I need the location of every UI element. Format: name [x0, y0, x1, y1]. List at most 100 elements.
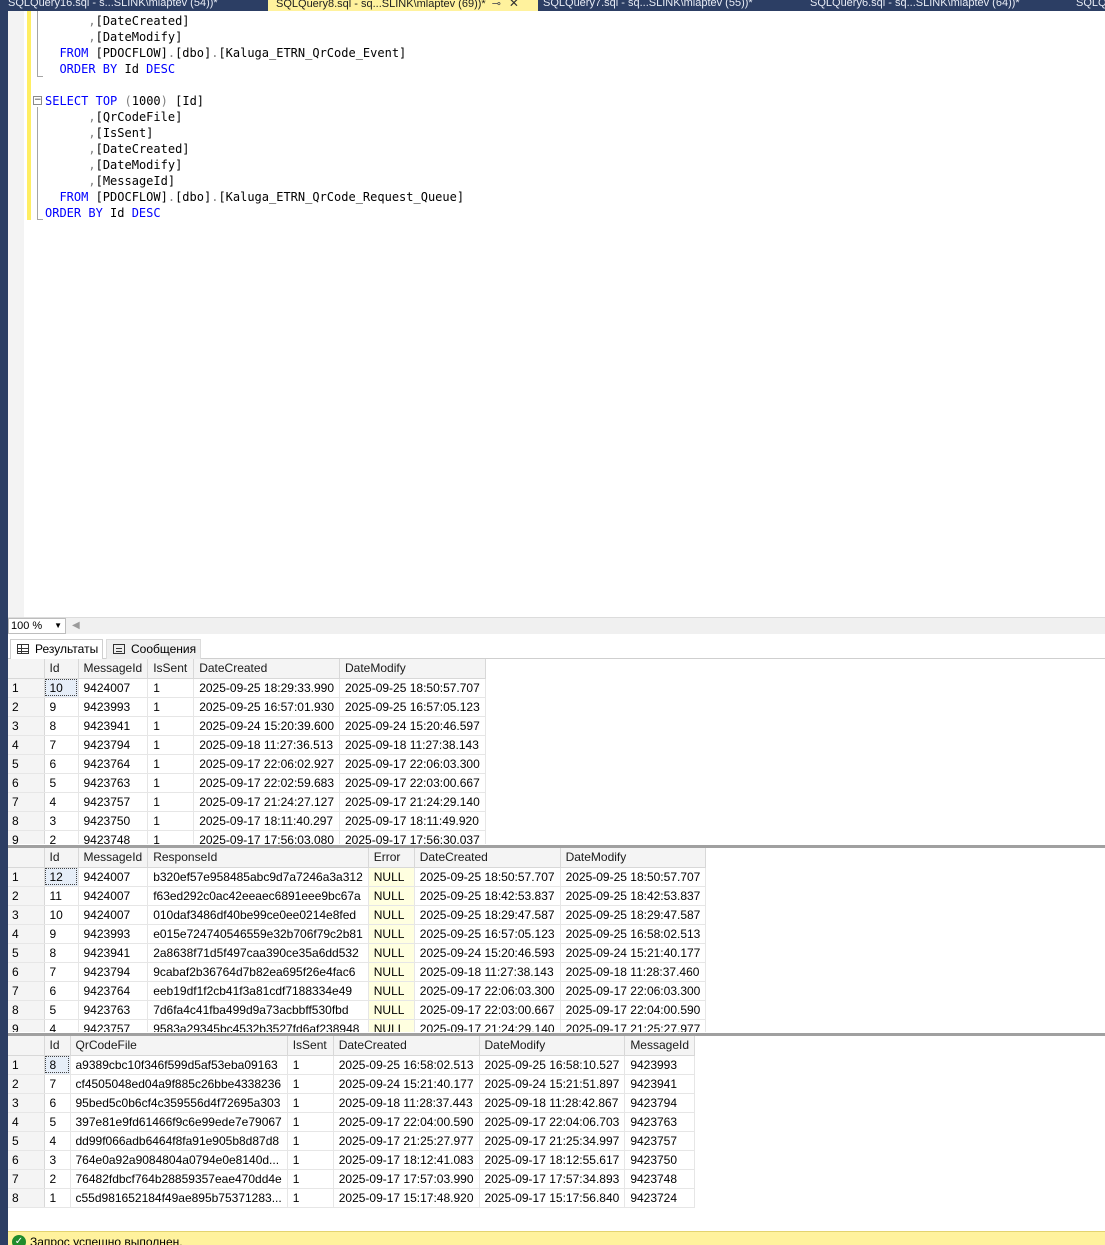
table-cell[interactable]: 1	[287, 1131, 334, 1151]
result-grid-response[interactable]: Id MessageId ResponseId Error DateCreated Dat…	[8, 848, 1105, 1032]
scroll-left-icon[interactable]: ◀	[72, 620, 80, 631]
row-number-header[interactable]	[8, 1036, 45, 1056]
table-cell[interactable]: 2025-09-17 22:06:03.300	[560, 981, 707, 1001]
table-cell[interactable]: 2025-09-17 21:24:29.140	[414, 1019, 561, 1032]
column-header[interactable]: MessageId	[624, 1036, 696, 1056]
table-cell[interactable]: 1	[287, 1055, 334, 1075]
table-cell[interactable]: 2025-09-17 22:04:06.703	[479, 1112, 626, 1132]
column-header[interactable]: DateCreated	[333, 1036, 480, 1056]
row-number[interactable]: 6	[8, 773, 45, 793]
column-header[interactable]: ResponseId	[147, 848, 369, 868]
tab-messages[interactable]: Сообщения	[106, 639, 202, 659]
table-cell[interactable]: 2025-09-24 15:21:51.897	[479, 1074, 626, 1094]
table-cell[interactable]: 1	[287, 1188, 334, 1208]
table-cell[interactable]: 9423757	[78, 1019, 149, 1032]
table-cell[interactable]: 2025-09-17 21:25:27.977	[560, 1019, 707, 1032]
collapse-icon[interactable]: −	[33, 96, 42, 105]
table-cell[interactable]: 4	[44, 1131, 71, 1151]
table-cell[interactable]: 2025-09-18 11:28:42.867	[479, 1093, 626, 1113]
table-cell[interactable]: b320ef57e958485abc9d7a7246a3a312	[147, 867, 369, 887]
table-row[interactable]: 9 4 9423757 9583a29345bc4532b3527fd6af23894…	[8, 1019, 707, 1032]
table-cell[interactable]: 2	[44, 830, 79, 844]
table-cell[interactable]: 764e0a92a9084804a0794e0e8140d...	[70, 1150, 288, 1170]
table-cell[interactable]: 2025-09-17 17:56:03.080	[193, 830, 340, 844]
table-row[interactable]: 8 5 9423763 7d6fa4c41fba499d9a73acbbff530fb…	[8, 1000, 707, 1020]
table-row[interactable]: 7 4 9423757 1 2025-09-17 21:24:27.127 2025-09…	[8, 792, 486, 812]
row-number[interactable]: 4	[8, 924, 45, 944]
table-cell[interactable]: 9423763	[78, 1000, 149, 1020]
table-cell[interactable]: 397e81e9fd61466f9c6e99ede7e79067	[70, 1112, 288, 1132]
table-cell[interactable]: 9	[44, 924, 79, 944]
table-cell[interactable]: 2025-09-25 16:58:02.513	[560, 924, 707, 944]
table-cell[interactable]: 9423794	[624, 1093, 696, 1113]
table-cell[interactable]: cf4505048ed04a9f885c26bbe4338236	[70, 1074, 288, 1094]
table-row[interactable]: 8 1 c55d981652184f49ae895b75371283... 1 2025…	[8, 1188, 696, 1208]
table-cell[interactable]: 2025-09-17 22:04:00.590	[333, 1112, 480, 1132]
table-cell[interactable]: 9423941	[78, 716, 149, 736]
table-cell[interactable]: 6	[44, 754, 79, 774]
table-cell[interactable]: 2025-09-17 18:11:40.297	[193, 811, 340, 831]
row-number[interactable]: 2	[8, 1074, 45, 1094]
table-row[interactable]: 6 7 9423794 9cabaf2b36764d7b82ea695f26e4fac…	[8, 962, 707, 982]
table-row[interactable]: 6 3 764e0a92a9084804a0794e0e8140d... 1 2025-…	[8, 1150, 696, 1170]
table-cell[interactable]: 9583a29345bc4532b3527fd6af238948	[147, 1019, 369, 1032]
query-editor[interactable]: − ,[DateCreated] ,[DateModify] FROM [PDO…	[0, 11, 1105, 617]
table-row[interactable]: 3 8 9423941 1 2025-09-24 15:20:39.600 2025-09…	[8, 716, 486, 736]
table-cell[interactable]: 2025-09-24 15:20:39.600	[193, 716, 340, 736]
table-cell[interactable]: 9423794	[78, 962, 149, 982]
table-row[interactable]: 5 4 dd99f066adb6464f8fa91e905b8d87d8 1 2025-…	[8, 1131, 696, 1151]
table-cell[interactable]: 1	[147, 735, 195, 755]
table-cell[interactable]: 9423763	[624, 1112, 696, 1132]
table-cell[interactable]: 5	[44, 1112, 71, 1132]
table-cell[interactable]: 2025-09-17 18:11:49.920	[339, 811, 486, 831]
code-line[interactable]: ORDER BY Id DESC	[45, 61, 175, 77]
tab-results[interactable]: Результаты	[10, 639, 104, 660]
table-cell[interactable]: NULL	[368, 886, 415, 906]
table-cell[interactable]: 2025-09-24 15:20:46.597	[339, 716, 486, 736]
table-cell[interactable]: 2025-09-25 18:29:47.587	[560, 905, 707, 925]
table-cell[interactable]: 2025-09-17 21:24:29.140	[339, 792, 486, 812]
table-cell[interactable]: 2025-09-18 11:27:38.143	[339, 735, 486, 755]
column-header[interactable]: QrCodeFile	[70, 1036, 288, 1056]
table-row[interactable]: 1 12 9424007 b320ef57e958485abc9d7a7246a3a3…	[8, 867, 707, 887]
row-number[interactable]: 8	[8, 811, 45, 831]
result-table[interactable]: Id QrCodeFile IsSent DateCreated DateModify M…	[8, 1036, 696, 1208]
table-cell[interactable]: 9423993	[78, 924, 149, 944]
table-cell[interactable]: 9423748	[624, 1169, 696, 1189]
table-cell[interactable]: 3	[44, 1150, 71, 1170]
result-grid-request-queue[interactable]: Id QrCodeFile IsSent DateCreated DateModify M…	[8, 1036, 1105, 1234]
table-cell[interactable]: 5	[44, 773, 79, 793]
table-cell[interactable]: NULL	[368, 1019, 415, 1032]
table-cell[interactable]: 1	[287, 1074, 334, 1094]
row-number[interactable]: 9	[8, 1019, 45, 1032]
row-number[interactable]: 9	[8, 830, 45, 844]
table-row[interactable]: 4 9 9423993 e015e724740546559e32b706f79c2b8…	[8, 924, 707, 944]
table-cell[interactable]: NULL	[368, 943, 415, 963]
column-header[interactable]: Id	[44, 659, 79, 679]
table-cell[interactable]: 7d6fa4c41fba499d9a73acbbff530fbd	[147, 1000, 369, 1020]
table-cell[interactable]: NULL	[368, 867, 415, 887]
column-header[interactable]: IsSent	[287, 1036, 334, 1056]
row-number[interactable]: 8	[8, 1000, 45, 1020]
row-number[interactable]: 3	[8, 1093, 45, 1113]
row-number[interactable]: 2	[8, 886, 45, 906]
table-cell[interactable]: 7	[44, 962, 79, 982]
table-row[interactable]: 8 3 9423750 1 2025-09-17 18:11:40.297 2025-09…	[8, 811, 486, 831]
table-cell[interactable]: 2025-09-24 15:20:46.593	[414, 943, 561, 963]
row-number[interactable]: 5	[8, 1131, 45, 1151]
table-cell[interactable]: 2025-09-25 16:58:10.527	[479, 1055, 626, 1075]
result-grid-event[interactable]: Id MessageId IsSent DateCreated DateModify 1 1…	[8, 659, 1105, 844]
table-cell[interactable]: 010daf3486df40be99ce0ee0214e8fed	[147, 905, 369, 925]
column-header[interactable]: Id	[44, 848, 79, 868]
row-number[interactable]: 1	[8, 867, 45, 887]
table-cell[interactable]: 9	[44, 697, 79, 717]
tab-sqlquery-more[interactable]: SQLQ	[1068, 0, 1105, 11]
table-cell[interactable]: 2025-09-17 22:06:03.300	[414, 981, 561, 1001]
table-cell[interactable]: 7	[44, 1074, 71, 1094]
table-cell[interactable]: 2025-09-17 21:24:27.127	[193, 792, 340, 812]
table-cell[interactable]: 1	[44, 1188, 71, 1208]
table-cell[interactable]: 1	[147, 697, 195, 717]
table-cell[interactable]: NULL	[368, 962, 415, 982]
column-header[interactable]: DateModify	[560, 848, 707, 868]
table-cell[interactable]: 1	[147, 792, 195, 812]
